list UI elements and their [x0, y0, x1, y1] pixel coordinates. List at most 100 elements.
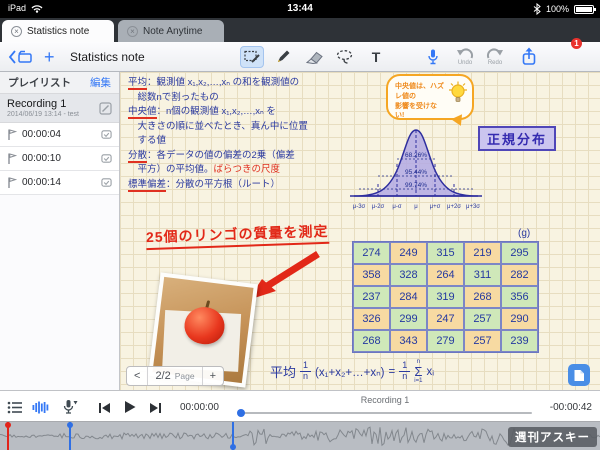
normal-distribution-curve: 68.26% 95.44% 99.74% μ-3σ μ-2σ μ-σ μ μ+σ…	[350, 129, 482, 210]
notification-badge: 1	[571, 38, 582, 49]
timeline-playhead[interactable]	[230, 422, 236, 450]
recording-edit-icon	[99, 101, 112, 115]
mean-formula: 平均 1 n (x₁+x₂+…+xₙ) = 1 n n Σ i=1 xᵢ	[270, 359, 434, 384]
axis-label: μ-σ	[392, 204, 401, 210]
data-table: 274 249 315 219 295 358 328 264 311 282 237 284 319 2…	[352, 241, 539, 353]
table-cell: 319	[427, 286, 464, 308]
table-cell: 284	[390, 286, 427, 308]
track-name: Recording 1	[360, 395, 410, 405]
table-cell: 311	[464, 264, 501, 286]
table-cell: 219	[464, 242, 501, 264]
lightbulb-icon	[449, 81, 467, 102]
table-cell: 257	[464, 330, 501, 352]
add-page-button[interactable]: +	[203, 367, 223, 385]
note-canvas[interactable]: 平均：観測値 x₁,x₂,…,xₙ の和を観測値の 総数nで割ったもの 中央値：n…	[120, 72, 600, 390]
axis-label: μ+σ	[430, 204, 441, 210]
pct-1sigma-label: 68.26%	[405, 152, 427, 159]
playlist-icon[interactable]	[7, 401, 23, 414]
status-bar: iPad 13:44 100%	[0, 0, 600, 18]
flag-icon	[8, 177, 17, 188]
page-curl-icon	[574, 369, 584, 381]
pct-3sigma-label: 99.74%	[405, 182, 427, 189]
table-cell: 264	[427, 264, 464, 286]
table-cell: 268	[353, 330, 390, 352]
formula-label: 平均	[270, 365, 297, 380]
marker-list: 00:00:04 00:00:10 00:00:14	[0, 123, 119, 195]
formula-body: (x₁+x₂+…+xₙ)	[315, 366, 385, 379]
tab-close-icon[interactable]: ×	[127, 25, 138, 37]
table-cell: 247	[427, 308, 464, 330]
page-curl-button[interactable]	[568, 364, 590, 386]
marker-edit-icon	[101, 178, 112, 187]
skip-back-button[interactable]	[98, 402, 111, 414]
fraction-1-over-n: 1 n	[300, 360, 312, 382]
fraction-1-over-n: 1 n	[399, 360, 411, 382]
bubble-text-line1: 中央値は、ハズレ値の	[395, 83, 444, 100]
tab-note-anytime[interactable]: × Note Anytime	[118, 20, 224, 42]
playlist-sidebar: プレイリスト 編集 Recording 1 2014/06/19 13:14 -…	[0, 72, 120, 390]
elapsed-time: 00:00:00	[180, 402, 219, 413]
table-cell: 268	[464, 286, 501, 308]
marker-row[interactable]: 00:00:04	[0, 123, 119, 147]
battery-icon	[574, 4, 596, 14]
table-unit-label: (g)	[518, 228, 531, 239]
app-screen: iPad 13:44 100% × Statistics note × Note…	[0, 0, 600, 450]
record-marker-icon[interactable]	[62, 399, 78, 416]
table-cell: 290	[501, 308, 538, 330]
waveform-view-icon[interactable]	[32, 401, 49, 414]
flag-icon	[8, 129, 17, 140]
marker-time: 00:00:04	[22, 129, 61, 140]
marker-time: 00:00:14	[22, 177, 61, 188]
axis-label: μ+2σ	[447, 204, 461, 210]
speech-bubble: 中央値は、ハズレ値の 影響を受けない!	[386, 74, 474, 120]
formula-equals: =	[388, 365, 396, 378]
table-cell: 239	[501, 330, 538, 352]
table-cell: 326	[353, 308, 390, 330]
table-cell: 328	[390, 264, 427, 286]
audio-bar: 00:00:00 Recording 1 -00:00:42	[0, 390, 600, 422]
progress-track[interactable]	[237, 409, 532, 417]
table-cell: 279	[427, 330, 464, 352]
timeline-marker-red[interactable]	[5, 422, 11, 450]
prev-page-button[interactable]: <	[127, 367, 147, 385]
battery-percent: 100%	[545, 4, 569, 14]
table-cell: 295	[501, 242, 538, 264]
flag-icon	[8, 153, 17, 164]
remaining-time: -00:00:42	[549, 402, 592, 413]
table-cell: 282	[501, 264, 538, 286]
marker-row[interactable]: 00:00:14	[0, 171, 119, 195]
table-cell: 315	[427, 242, 464, 264]
bluetooth-icon	[533, 3, 541, 15]
page-indicator: 2/2 Page	[147, 367, 203, 385]
toolbar: + Statistics note T Undo Redo 1	[0, 38, 600, 72]
recording-item[interactable]: Recording 1 2014/06/19 13:14 - test	[0, 94, 119, 123]
red-arrow	[248, 251, 320, 300]
table-cell: 358	[353, 264, 390, 286]
tab-statistics-note[interactable]: × Statistics note	[2, 20, 114, 42]
waveform-timeline[interactable]: 週刊アスキー	[0, 422, 600, 450]
progress-knob[interactable]	[237, 409, 245, 417]
marker-edit-icon	[101, 154, 112, 163]
playlist-title: プレイリスト	[8, 77, 71, 89]
table-cell: 237	[353, 286, 390, 308]
watermark: 週刊アスキー	[508, 427, 597, 447]
page-navigation: < 2/2 Page +	[126, 366, 225, 386]
marker-edit-icon	[101, 130, 112, 139]
tab-close-icon[interactable]: ×	[11, 25, 22, 37]
edit-button[interactable]: 編集	[90, 75, 111, 90]
play-button[interactable]	[124, 400, 136, 414]
normal-distribution-title: 正規分布	[478, 126, 557, 151]
timeline-marker-blue[interactable]	[67, 422, 73, 450]
marker-row[interactable]: 00:00:10	[0, 147, 119, 171]
axis-label: μ-2σ	[372, 204, 385, 210]
table-cell: 299	[390, 308, 427, 330]
sigma-sum: n Σ i=1	[414, 359, 423, 384]
pct-2sigma-label: 95.44%	[405, 169, 427, 176]
marker-time: 00:00:10	[22, 153, 61, 164]
skip-forward-button[interactable]	[149, 402, 162, 414]
clock: 13:44	[287, 3, 313, 14]
axis-label: μ+3σ	[466, 204, 480, 210]
tab-strip: × Statistics note × Note Anytime	[0, 18, 600, 42]
table-cell: 249	[390, 242, 427, 264]
red-annotation: 25個のリンゴの質量を測定	[145, 220, 329, 251]
